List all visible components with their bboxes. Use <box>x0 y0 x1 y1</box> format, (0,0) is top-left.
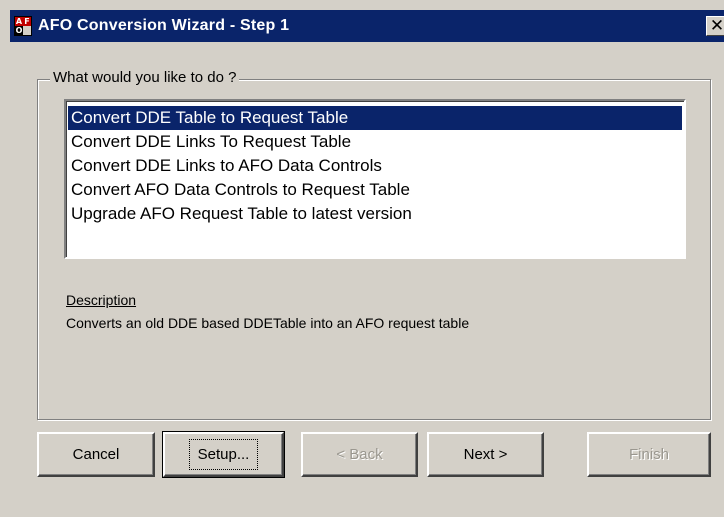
close-icon[interactable]: ✕ <box>706 16 724 36</box>
wizard-window: A F O AFO Conversion Wizard - Step 1 ✕ W… <box>0 0 724 517</box>
cancel-button-label: Cancel <box>72 446 120 463</box>
back-button[interactable]: < Back <box>301 432 418 477</box>
list-item[interactable]: Convert DDE Links To Request Table <box>68 130 682 154</box>
app-icon-letter: F <box>23 17 31 26</box>
next-button[interactable]: Next > <box>427 432 544 477</box>
description-text: Converts an old DDE based DDETable into … <box>66 315 470 331</box>
back-button-label: < Back <box>336 446 383 463</box>
list-item[interactable]: Convert DDE Links to AFO Data Controls <box>68 154 682 178</box>
app-icon-letter <box>23 26 31 35</box>
setup-button-label: Setup... <box>188 439 259 470</box>
finish-button-label: Finish <box>628 446 669 463</box>
setup-button[interactable]: Setup... <box>162 431 285 478</box>
app-icon-letter: O <box>15 26 23 35</box>
list-item[interactable]: Upgrade AFO Request Table to latest vers… <box>68 202 682 226</box>
next-button-label: Next > <box>463 446 508 463</box>
list-item[interactable]: Convert DDE Table to Request Table <box>68 106 682 130</box>
cancel-button[interactable]: Cancel <box>37 432 155 477</box>
title-bar[interactable]: A F O AFO Conversion Wizard - Step 1 ✕ <box>10 10 724 42</box>
list-item[interactable]: Convert AFO Data Controls to Request Tab… <box>68 178 682 202</box>
app-icon: A F O <box>14 16 32 36</box>
app-icon-letter: A <box>15 17 23 26</box>
window-title: AFO Conversion Wizard - Step 1 <box>38 17 290 34</box>
description-label: Description <box>66 292 137 308</box>
groupbox-label: What would you like to do ? <box>50 68 240 88</box>
conversion-options-listbox[interactable]: Convert DDE Table to Request Table Conve… <box>64 99 686 259</box>
finish-button[interactable]: Finish <box>587 432 711 477</box>
